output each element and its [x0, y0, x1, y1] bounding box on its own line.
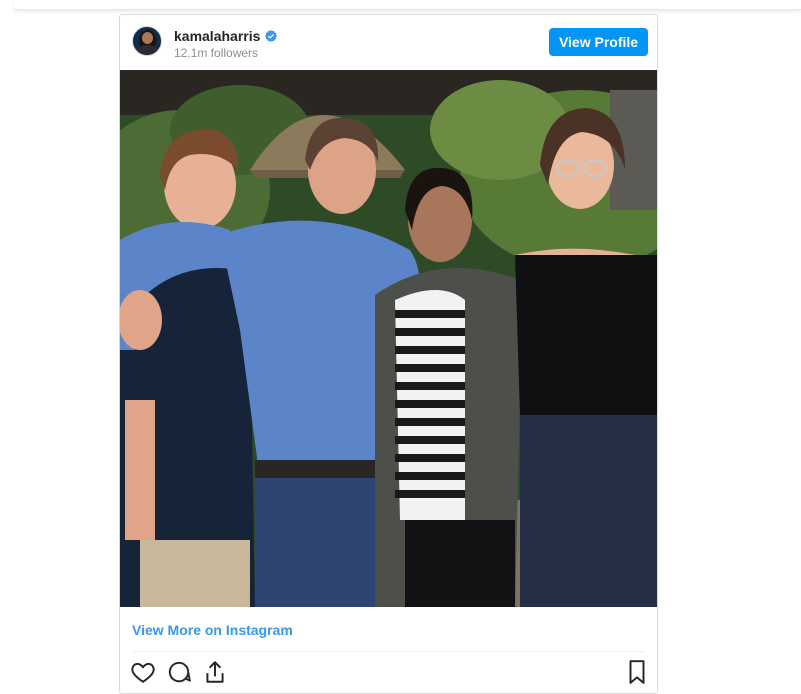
username-row[interactable]: kamalaharris	[174, 28, 278, 44]
bookmark-icon[interactable]	[624, 659, 650, 685]
view-more-link[interactable]: View More on Instagram	[132, 622, 293, 638]
verified-badge-icon	[265, 30, 278, 42]
avatar-face	[142, 32, 153, 44]
instagram-embed: kamalaharris 12.1m followers View Profil…	[119, 14, 658, 694]
follower-count: 12.1m followers	[174, 46, 259, 60]
view-profile-button[interactable]: View Profile	[549, 28, 648, 56]
avatar[interactable]	[132, 26, 162, 56]
post-photo[interactable]	[120, 70, 657, 607]
divider	[132, 651, 645, 652]
heart-icon[interactable]	[130, 659, 156, 685]
photo-image	[120, 70, 657, 607]
comment-icon[interactable]	[166, 659, 192, 685]
avatar-body	[137, 45, 159, 55]
embed-header: kamalaharris 12.1m followers View Profil…	[120, 15, 657, 70]
action-bar	[130, 659, 650, 687]
page-top-strip	[14, 0, 801, 10]
username[interactable]: kamalaharris	[174, 28, 260, 44]
share-icon[interactable]	[202, 659, 228, 685]
